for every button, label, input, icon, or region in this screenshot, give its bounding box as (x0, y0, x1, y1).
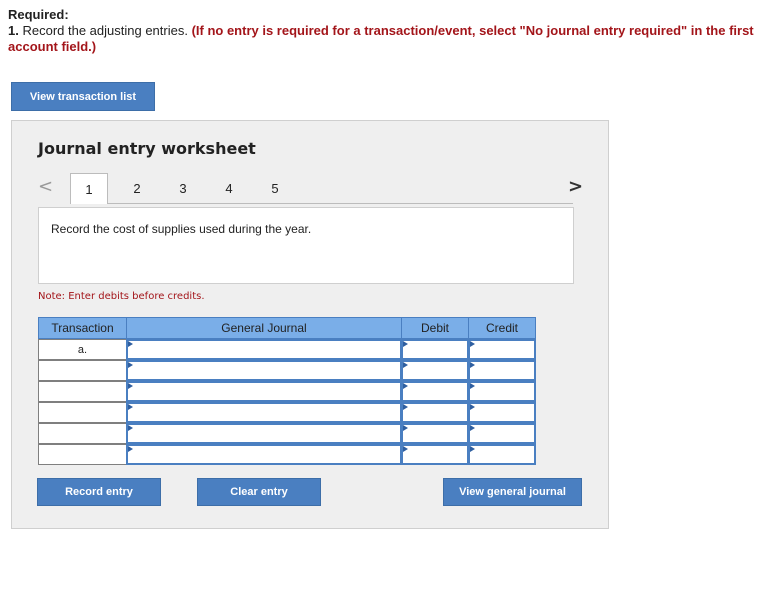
worksheet-title: Journal entry worksheet (38, 139, 256, 158)
table-row-transaction (38, 360, 127, 381)
dropdown-marker-icon (470, 341, 475, 347)
debits-note: Note: Enter debits before credits. (38, 291, 205, 302)
dropdown-marker-icon (470, 446, 475, 452)
table-row-transaction (38, 402, 127, 423)
dropdown-marker-icon (403, 341, 408, 347)
account-input[interactable] (126, 339, 402, 360)
debit-input[interactable] (401, 402, 469, 423)
header-transaction: Transaction (38, 317, 127, 339)
table-row-transaction (38, 423, 127, 444)
header-debit: Debit (401, 317, 469, 339)
view-general-journal-button[interactable]: View general journal (443, 478, 582, 506)
dropdown-marker-icon (128, 383, 133, 389)
dropdown-marker-icon (403, 404, 408, 410)
view-transaction-list-button[interactable]: View transaction list (11, 82, 155, 111)
tab-1[interactable]: 1 (70, 173, 108, 204)
transaction-description: Record the cost of supplies used during … (51, 222, 312, 236)
dropdown-marker-icon (403, 446, 408, 452)
transaction-description-box: Record the cost of supplies used during … (38, 207, 574, 284)
debit-input[interactable] (401, 339, 469, 360)
instruction: 1. Record the adjusting entries. (If no … (8, 23, 768, 55)
account-input[interactable] (126, 423, 402, 444)
account-input[interactable] (126, 402, 402, 423)
credit-input[interactable] (468, 423, 536, 444)
dropdown-marker-icon (470, 404, 475, 410)
header-credit: Credit (468, 317, 536, 339)
tab-5[interactable]: 5 (256, 173, 294, 203)
credit-input[interactable] (468, 381, 536, 402)
credit-input[interactable] (468, 339, 536, 360)
debit-input[interactable] (401, 423, 469, 444)
journal-entry-worksheet-panel: Journal entry worksheet < 1 2 3 4 5 > Re… (11, 120, 609, 529)
header-general-journal: General Journal (126, 317, 402, 339)
dropdown-marker-icon (128, 404, 133, 410)
dropdown-marker-icon (470, 362, 475, 368)
debit-input[interactable] (401, 444, 469, 465)
dropdown-marker-icon (403, 425, 408, 431)
credit-input[interactable] (468, 402, 536, 423)
dropdown-marker-icon (128, 425, 133, 431)
credit-input[interactable] (468, 360, 536, 381)
tab-2[interactable]: 2 (118, 173, 156, 203)
prev-arrow-icon[interactable]: < (38, 176, 53, 197)
tab-4[interactable]: 4 (210, 173, 248, 203)
required-label: Required: (8, 7, 69, 22)
account-input[interactable] (126, 360, 402, 381)
debit-input[interactable] (401, 360, 469, 381)
record-entry-button[interactable]: Record entry (37, 478, 161, 506)
instruction-text: Record the adjusting entries. (22, 23, 188, 38)
dropdown-marker-icon (128, 446, 133, 452)
table-row-transaction: a. (38, 339, 127, 360)
tab-3[interactable]: 3 (164, 173, 202, 203)
account-input[interactable] (126, 381, 402, 402)
dropdown-marker-icon (470, 383, 475, 389)
table-row-transaction (38, 381, 127, 402)
tabs-divider (70, 203, 573, 204)
dropdown-marker-icon (128, 341, 133, 347)
instruction-number: 1. (8, 23, 19, 38)
dropdown-marker-icon (403, 362, 408, 368)
dropdown-marker-icon (128, 362, 133, 368)
table-row-transaction (38, 444, 127, 465)
dropdown-marker-icon (403, 383, 408, 389)
clear-entry-button[interactable]: Clear entry (197, 478, 321, 506)
dropdown-marker-icon (470, 425, 475, 431)
next-arrow-icon[interactable]: > (568, 176, 583, 197)
debit-input[interactable] (401, 381, 469, 402)
credit-input[interactable] (468, 444, 536, 465)
account-input[interactable] (126, 444, 402, 465)
